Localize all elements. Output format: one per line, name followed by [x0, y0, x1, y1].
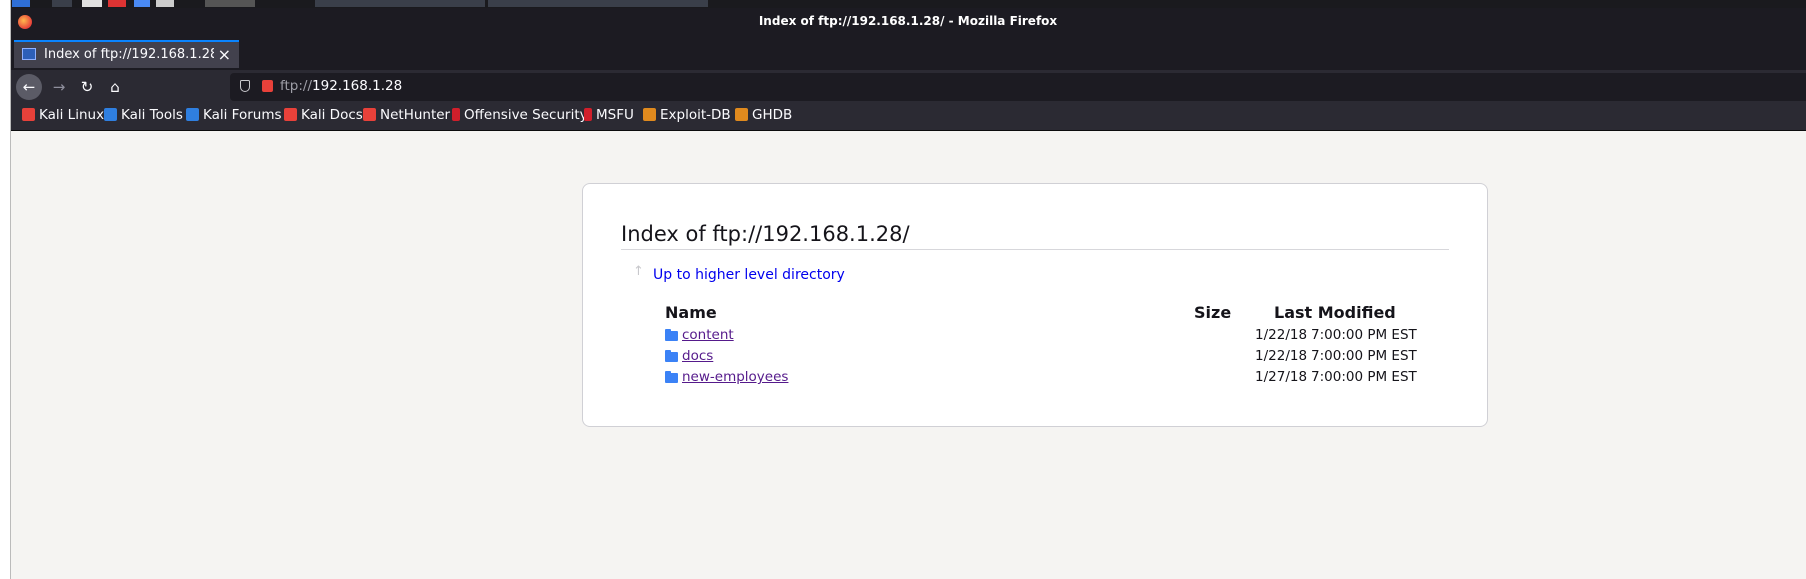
title-divider [621, 249, 1449, 250]
bookmark-offensive-security[interactable]: Offensive Security [452, 107, 588, 123]
page-content: Index of ftp://192.168.1.28/ ↑ Up to hig… [10, 131, 1806, 579]
bookmark-kali-forums[interactable]: Kali Forums [186, 107, 282, 123]
modified-date: 1/22/18 [1255, 348, 1308, 364]
bookmark-kali-linux[interactable]: Kali Linux [22, 107, 104, 123]
modified-date: 1/22/18 [1255, 327, 1308, 343]
url-protocol: ftp:// [280, 78, 313, 94]
tab-strip: Index of ftp://192.168.1.28/ × + [10, 38, 1806, 91]
nethunter-icon [363, 108, 376, 121]
modified-time: 7:00:00 PM EST [1311, 369, 1417, 385]
up-directory-link[interactable]: Up to higher level directory [653, 267, 845, 283]
modified-time: 7:00:00 PM EST [1311, 348, 1417, 364]
bookmark-label: Exploit-DB [660, 107, 731, 123]
bookmark-kali-docs[interactable]: Kali Docs [284, 107, 363, 123]
forward-button[interactable]: → [46, 74, 72, 100]
directory-listing-card: Index of ftp://192.168.1.28/ ↑ Up to hig… [582, 183, 1488, 427]
folder-link[interactable]: new-employees [682, 369, 788, 385]
insecure-connection-icon[interactable] [262, 80, 273, 92]
kali-tools-icon [104, 108, 117, 121]
home-button[interactable]: ⌂ [102, 74, 128, 100]
back-button[interactable]: ← [16, 74, 42, 100]
bookmark-label: Kali Linux [39, 107, 105, 123]
folder-icon [665, 350, 678, 362]
taskbar-app-icon[interactable] [134, 0, 150, 7]
modified-date: 1/27/18 [1255, 369, 1308, 385]
page-title: Index of ftp://192.168.1.28/ [621, 222, 910, 246]
desktop-taskbar [0, 0, 1806, 8]
column-header-size[interactable]: Size [1194, 303, 1231, 322]
folder-icon [665, 371, 678, 383]
title-bar: Index of ftp://192.168.1.28/ - Mozilla F… [10, 8, 1806, 38]
bookmark-kali-tools[interactable]: Kali Tools [104, 107, 183, 123]
tab-ftp-index[interactable]: Index of ftp://192.168.1.28/ × [14, 40, 239, 68]
table-row: docs 1/22/18 7:00:00 PM EST [665, 348, 1425, 368]
close-tab-icon[interactable]: × [218, 45, 231, 64]
column-header-name[interactable]: Name [665, 303, 717, 322]
folder-link[interactable]: docs [682, 348, 713, 364]
bookmark-label: GHDB [752, 107, 793, 123]
kali-docs-icon [284, 108, 297, 121]
bookmark-msfu[interactable]: MSFU [584, 107, 634, 123]
column-header-last-modified[interactable]: Last Modified [1274, 303, 1396, 322]
table-row: new-employees 1/27/18 7:00:00 PM EST [665, 369, 1425, 389]
modified-time: 7:00:00 PM EST [1311, 327, 1417, 343]
url-host: 192.168.1.28 [312, 78, 403, 94]
background-window-edge [0, 0, 11, 579]
url-text[interactable]: ftp://192.168.1.28 [280, 78, 402, 94]
bookmark-label: Kali Docs [301, 107, 363, 123]
firefox-window: Index of ftp://192.168.1.28/ - Mozilla F… [10, 8, 1806, 579]
taskbar-app-icon[interactable] [108, 0, 126, 7]
taskbar-app-icon[interactable] [156, 0, 174, 7]
folder-icon [665, 329, 678, 341]
taskbar-window-button[interactable] [488, 0, 708, 7]
bookmark-label: NetHunter [380, 107, 451, 123]
bookmark-ghdb[interactable]: GHDB [735, 107, 792, 123]
up-arrow-icon: ↑ [633, 264, 644, 279]
tab-label: Index of ftp://192.168.1.28/ [44, 47, 214, 62]
reload-button[interactable]: ↻ [74, 74, 100, 100]
ghdb-icon [735, 108, 748, 121]
bookmark-label: Kali Forums [203, 107, 282, 123]
taskbar-app-icon[interactable] [12, 0, 30, 7]
navigation-toolbar: ← → ↻ ⌂ ftp://192.168.1.28 [10, 70, 1806, 102]
exploit-db-icon [643, 108, 656, 121]
folder-link[interactable]: content [682, 327, 734, 343]
page-icon [22, 48, 36, 60]
bookmark-label: Kali Tools [121, 107, 183, 123]
bookmarks-toolbar: Kali Linux Kali Tools Kali Forums Kali D… [10, 102, 1806, 131]
kali-forums-icon [186, 108, 199, 121]
tracking-protection-shield-icon[interactable] [240, 80, 250, 92]
taskbar-window-button[interactable] [315, 0, 485, 7]
bookmark-nethunter[interactable]: NetHunter [363, 107, 450, 123]
msfu-icon [584, 108, 592, 121]
taskbar-window-button[interactable] [205, 0, 255, 7]
bookmark-label: MSFU [596, 107, 634, 123]
address-bar[interactable]: ftp://192.168.1.28 [230, 73, 1806, 101]
taskbar-app-icon[interactable] [52, 0, 72, 7]
bookmark-label: Offensive Security [464, 107, 588, 123]
table-row: content 1/22/18 7:00:00 PM EST [665, 327, 1425, 347]
taskbar-app-icon[interactable] [82, 0, 102, 7]
offsec-icon [452, 108, 460, 121]
kali-dragon-icon [22, 108, 35, 121]
bookmark-exploit-db[interactable]: Exploit-DB [643, 107, 731, 123]
window-title: Index of ftp://192.168.1.28/ - Mozilla F… [758, 14, 1058, 28]
